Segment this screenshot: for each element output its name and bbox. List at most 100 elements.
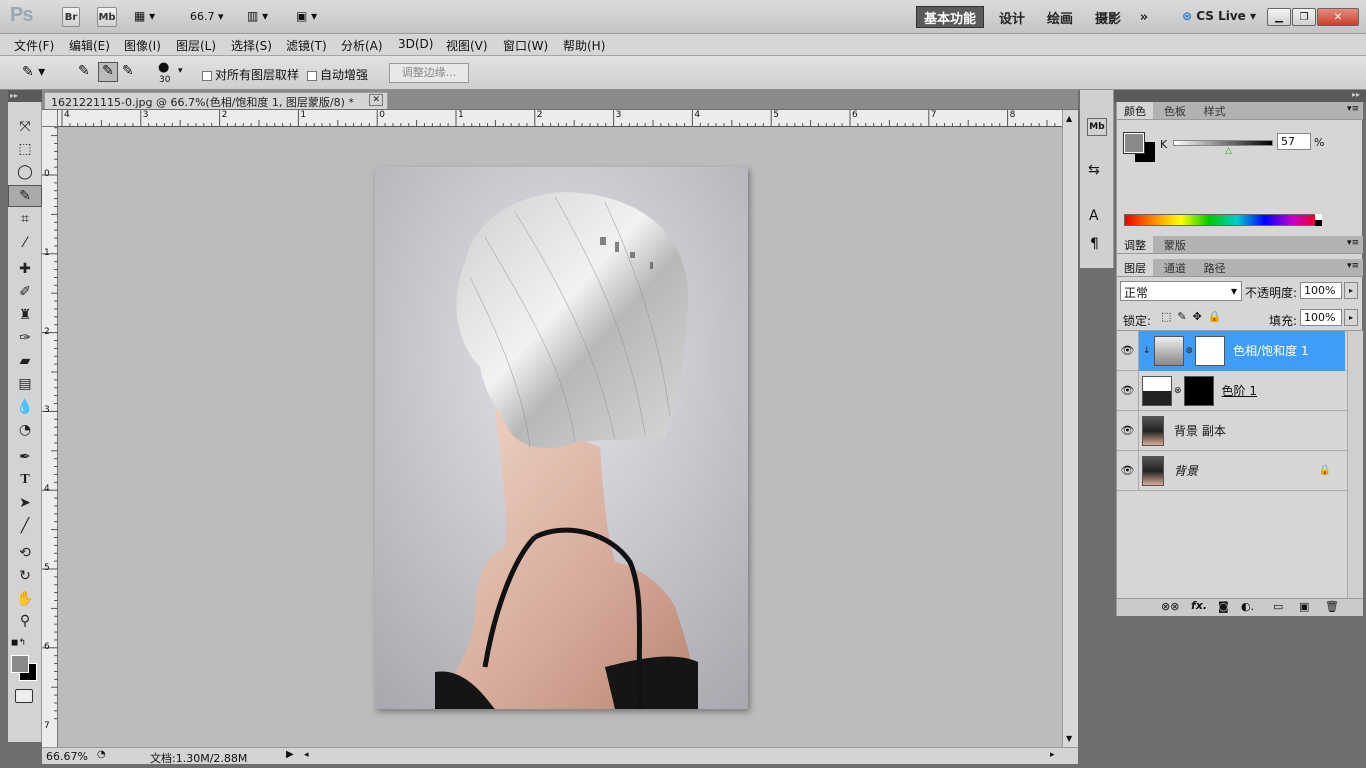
tab-layers[interactable]: 图层 (1117, 259, 1153, 276)
layer-name[interactable]: 背景 副本 (1174, 422, 1226, 439)
history-panel-icon[interactable]: ⇆ (1088, 162, 1100, 178)
new-group-icon[interactable]: ▭ (1273, 600, 1283, 613)
clone-stamp-tool-icon[interactable]: ♜ (8, 304, 42, 326)
quick-selection-tool-icon[interactable]: ✎ (8, 185, 42, 207)
close-document-icon[interactable]: ✕ (369, 94, 383, 106)
menu-3d[interactable]: 3D(D) (398, 37, 433, 51)
opacity-slider-arrow-icon[interactable]: ▸ (1344, 282, 1358, 299)
k-slider-thumb-icon[interactable]: △ (1225, 146, 1232, 156)
new-layer-icon[interactable]: ▣ (1299, 600, 1309, 613)
panel-menu-icon[interactable]: ▾≡ (1347, 238, 1359, 248)
auto-enhance-checkbox[interactable]: 自动增强 (307, 66, 368, 83)
link-icon[interactable]: ⊗ (1186, 346, 1194, 356)
menu-edit[interactable]: 编辑(E) (69, 37, 110, 54)
brush-picker[interactable]: ● (158, 60, 169, 75)
tab-paths[interactable]: 路径 (1197, 259, 1233, 276)
brush-dropdown-icon[interactable]: ▾ (178, 66, 183, 76)
tab-channels[interactable]: 通道 (1157, 259, 1193, 276)
menu-window[interactable]: 窗口(W) (503, 37, 548, 54)
status-zoom[interactable]: 66.67% (46, 750, 88, 763)
layer-row-levels[interactable]: 👁 ⊗ 色阶 1 (1117, 370, 1347, 411)
default-colors-icon[interactable]: ◼↰ (11, 638, 26, 648)
tab-masks[interactable]: 蒙版 (1157, 236, 1193, 253)
lasso-tool-icon[interactable]: ◯ (8, 161, 42, 183)
marquee-tool-icon[interactable]: ⬚ (8, 138, 42, 160)
screen-mode-icon[interactable]: ▣ ▾ (296, 9, 317, 23)
link-icon[interactable]: ⊗ (1174, 386, 1182, 396)
workspace-essentials[interactable]: 基本功能 (916, 6, 984, 28)
menu-file[interactable]: 文件(F) (14, 37, 54, 54)
line-tool-icon[interactable]: ╱ (8, 515, 42, 537)
menu-view[interactable]: 视图(V) (446, 37, 488, 54)
sample-all-layers-checkbox[interactable]: 对所有图层取样 (202, 66, 299, 83)
view-extras-icon[interactable]: ▦ ▾ (134, 9, 155, 23)
tab-adjustments[interactable]: 调整 (1117, 236, 1153, 253)
black-white-swatch[interactable] (1315, 214, 1322, 226)
eyedropper-tool-icon[interactable]: ⁄ (8, 232, 42, 254)
tab-color[interactable]: 颜色 (1117, 102, 1153, 119)
healing-brush-tool-icon[interactable]: ✚ (8, 258, 42, 280)
link-layers-icon[interactable]: ⊗⊗ (1161, 600, 1179, 613)
menu-select[interactable]: 选择(S) (231, 37, 272, 54)
arrange-documents-icon[interactable]: ▥ ▾ (247, 9, 268, 23)
tab-styles[interactable]: 样式 (1197, 102, 1233, 119)
dodge-tool-icon[interactable]: ◔ (8, 419, 42, 441)
paragraph-panel-icon[interactable]: ¶ (1090, 236, 1099, 252)
panel-menu-icon[interactable]: ▾≡ (1347, 261, 1359, 271)
menu-layer[interactable]: 图层(L) (176, 37, 216, 54)
crop-tool-icon[interactable]: ⌗ (8, 208, 42, 230)
foreground-color-swatch[interactable] (11, 655, 29, 673)
3d-rotate-tool-icon[interactable]: ⟲ (8, 542, 42, 564)
close-window-button[interactable]: ✕ (1317, 8, 1359, 26)
document-image[interactable] (375, 167, 748, 709)
pen-tool-icon[interactable]: ✒ (8, 446, 42, 468)
scroll-down-icon[interactable]: ▼ (1066, 734, 1072, 743)
character-panel-icon[interactable]: A (1089, 208, 1099, 224)
fill-slider-arrow-icon[interactable]: ▸ (1344, 309, 1358, 326)
panel-menu-icon[interactable]: ▾≡ (1347, 104, 1359, 114)
menu-analysis[interactable]: 分析(A) (341, 37, 383, 54)
type-tool-icon[interactable]: T (8, 469, 42, 491)
vertical-scrollbar[interactable]: ▲ ▼ (1062, 110, 1078, 747)
lock-icons[interactable]: ⬚✎✥🔒 (1161, 310, 1228, 323)
refine-edge-button[interactable]: 调整边缘... (389, 63, 469, 83)
minibridge-panel-icon[interactable]: Mb (1087, 118, 1107, 136)
zoom-tool-icon[interactable]: ⚲ (8, 610, 42, 632)
tools-panel-header[interactable]: ▸▸ (8, 90, 42, 102)
fill-input[interactable]: 100% (1300, 309, 1342, 326)
k-slider[interactable] (1173, 140, 1273, 146)
scroll-up-icon[interactable]: ▲ (1066, 114, 1072, 123)
color-fg-swatch[interactable] (1123, 132, 1145, 154)
color-spectrum-ramp[interactable] (1124, 214, 1322, 226)
blend-mode-select[interactable]: 正常 ▾ (1120, 281, 1242, 301)
opacity-input[interactable]: 100% (1300, 282, 1342, 299)
menu-filter[interactable]: 滤镜(T) (286, 37, 327, 54)
workspace-design[interactable]: 设计 (992, 6, 1032, 28)
trash-icon[interactable]: 🗑 (1325, 600, 1339, 613)
expand-icon[interactable]: ▸▸ (1352, 90, 1360, 99)
history-brush-tool-icon[interactable]: ✑ (8, 327, 42, 349)
status-info-icon[interactable]: ◔ (97, 749, 106, 760)
horizontal-ruler[interactable]: 4 3 2 1 0 1 2 3 4 5 6 7 8 (58, 110, 1062, 127)
more-workspaces-button[interactable]: » (1134, 6, 1154, 28)
layer-name[interactable]: 背景 (1174, 462, 1198, 479)
dock-header[interactable]: ◂◂▸▸ (1080, 90, 1366, 102)
add-mask-icon[interactable]: ◙ (1218, 600, 1229, 613)
menu-image[interactable]: 图像(I) (124, 37, 161, 54)
tab-swatches[interactable]: 色板 (1157, 102, 1193, 119)
menu-help[interactable]: 帮助(H) (563, 37, 605, 54)
new-adjustment-icon[interactable]: ◐. (1241, 600, 1254, 613)
eye-icon[interactable]: 👁 (1117, 370, 1139, 411)
maximize-button[interactable]: ❐ (1292, 8, 1316, 26)
eye-icon[interactable]: 👁 (1117, 450, 1139, 491)
new-selection-icon[interactable]: ✎ (78, 63, 98, 83)
scroll-left-icon[interactable]: ◂ (304, 750, 309, 760)
scroll-right-icon[interactable]: ▸ (1050, 750, 1055, 760)
layer-mask-thumbnail[interactable] (1183, 375, 1214, 406)
subtract-selection-icon[interactable]: ✎ (122, 63, 142, 83)
bridge-button[interactable]: Br (62, 7, 80, 27)
workspace-painting[interactable]: 绘画 (1040, 6, 1080, 28)
move-tool-icon[interactable]: ⤧ (8, 116, 42, 138)
quick-mask-icon[interactable] (15, 689, 33, 703)
layers-scrollbar[interactable] (1347, 331, 1363, 601)
